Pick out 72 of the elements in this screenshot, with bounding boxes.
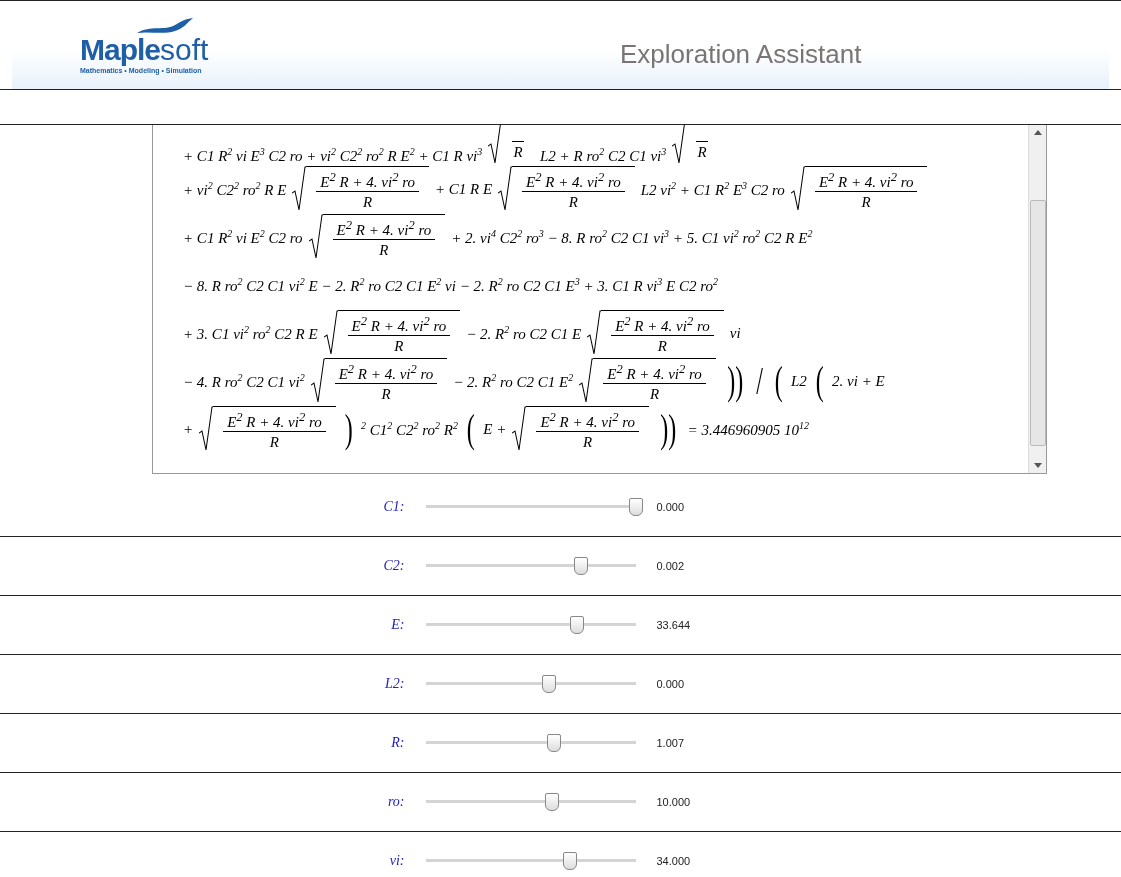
radical-sign-icon [790,166,805,212]
scrollbar[interactable] [1028,125,1046,473]
slider-value: 34.000 [656,855,692,867]
slider-thumb[interactable] [628,498,643,516]
formula-delimiter: ) [344,407,353,451]
app-title: Exploration Assistant [620,38,862,70]
slider-label: R: [390,735,405,751]
formula-delimiter: ( [466,407,475,451]
slider-value: 1.007 [656,737,686,749]
formula-delimiter: ( [815,359,824,403]
slider-value: 0.000 [656,678,686,690]
formula-term: E + [483,420,507,438]
radicand-fraction: R [502,125,535,165]
formula-term: = 3.446960905 10$^{12}$ [687,419,809,439]
radicand-fraction: R [686,125,719,165]
radical-sign-icon [310,358,325,404]
formula-delimiter: )) [660,407,677,451]
formula-term: + C1 R$^{2}$ vi E$^{3}$ C2 ro + vi$^{2}$ C2$^{2}$ ro$^{2}$ R E$^{2}$ + C1 R vi$^{3}$ [183,146,483,165]
radical-sign-icon [488,125,503,165]
slider-thumb[interactable] [563,852,578,870]
slider-label: E: [390,617,405,633]
formula-term: + vi$^{2}$ C2$^{2}$ ro$^{2}$ R E [183,179,287,199]
radicand-fraction: E$^{2}$ R + 4. vi$^{2}$ ro R [804,166,928,212]
slider-value: 33.644 [656,619,692,631]
formula-term: + [183,420,194,438]
formula-term: + C1 R E [434,180,493,198]
slider-label: vi: [388,853,405,869]
formula-term: − 4. R ro$^{2}$ C2 C1 vi$^{2}$ [183,371,305,391]
formula-term: 2. vi + E [832,372,885,390]
radical-sign-icon [672,125,687,165]
radical-sign-icon [292,166,307,212]
radical-sign-icon [579,358,594,404]
formula-term: − 8. R ro$^{2}$ C2 C1 vi$^{2}$ E − 2. R$^{2}$ ro C2 C1 E$^{2}$ vi − 2. R$^{2}$ ro C2 C1 E$^{3}$ + 3. C1 R vi$^{3}$ E C2 ro$^{2}$ [183,275,718,295]
radical-sign-icon [199,406,214,452]
formula-delimiter: / [756,359,764,403]
formula-term: L2 + R ro$^{2}$ C2 C1 vi$^{3}$ [540,146,667,165]
scroll-up-icon[interactable] [1033,130,1042,135]
formula-term: + C1 R$^{2}$ vi E$^{2}$ C2 ro [183,227,303,247]
brand-name: Maplesoft [80,34,209,65]
radicand-fraction: E$^{2}$ R + 4. vi$^{2}$ ro R [322,214,446,260]
slider-thumb[interactable] [569,616,584,634]
formula-term: − 2. R$^{2}$ ro C2 C1 E [466,323,582,343]
slider-value: 0.002 [656,560,686,572]
radicand-fraction: E$^{2}$ R + 4. vi$^{2}$ ro R [526,406,649,452]
formula-term: + 3. C1 vi$^{2}$ ro$^{2}$ C2 R E [183,323,318,343]
radical-sign-icon [323,310,338,356]
slider-label: C1: [382,499,405,515]
scroll-thumb[interactable] [1029,200,1046,446]
slider-thumb[interactable] [542,675,557,693]
formula-term: $^{2}$ C1$^{2}$ C2$^{2}$ ro$^{2}$ R$^{2}$ [361,419,458,439]
formula-term: + 2. vi$^{4}$ C2$^{2}$ ro$^{3}$ − 8. R ro$^{2}$ C2 C1 vi$^{3}$ + 5. C1 vi$^{2}$ ro$^{2}$ C2 R E$^{2}$ [451,227,813,247]
slider-thumb[interactable] [544,793,559,811]
radical-sign-icon [512,406,527,452]
radicand-fraction: E$^{2}$ R + 4. vi$^{2}$ ro R [213,406,336,452]
formula-term: L2 vi$^{2}$ + C1 R$^{2}$ E$^{3}$ C2 ro [640,179,785,199]
slider-label: L2: [384,676,405,692]
slider-thumb[interactable] [573,557,588,575]
slider-value: 0.000 [656,501,686,513]
slider-thumb[interactable] [546,734,561,752]
radical-sign-icon [308,214,323,260]
slider-value: 10.000 [656,796,692,808]
radical-sign-icon [498,166,513,212]
slider-label: ro: [386,794,405,810]
formula-delimiter: )) [727,359,744,403]
formula-term: − 2. R$^{2}$ ro C2 C1 E$^{2}$ [453,371,574,391]
formula-term: L2 [790,372,807,390]
formula-term: vi [729,324,741,342]
scroll-down-icon[interactable] [1033,463,1042,468]
formula-delimiter: ( [774,359,783,403]
radical-sign-icon [587,310,602,356]
slider-label: C2: [382,558,405,574]
radicand-fraction: E$^{2}$ R + 4. vi$^{2}$ ro R [512,166,635,212]
